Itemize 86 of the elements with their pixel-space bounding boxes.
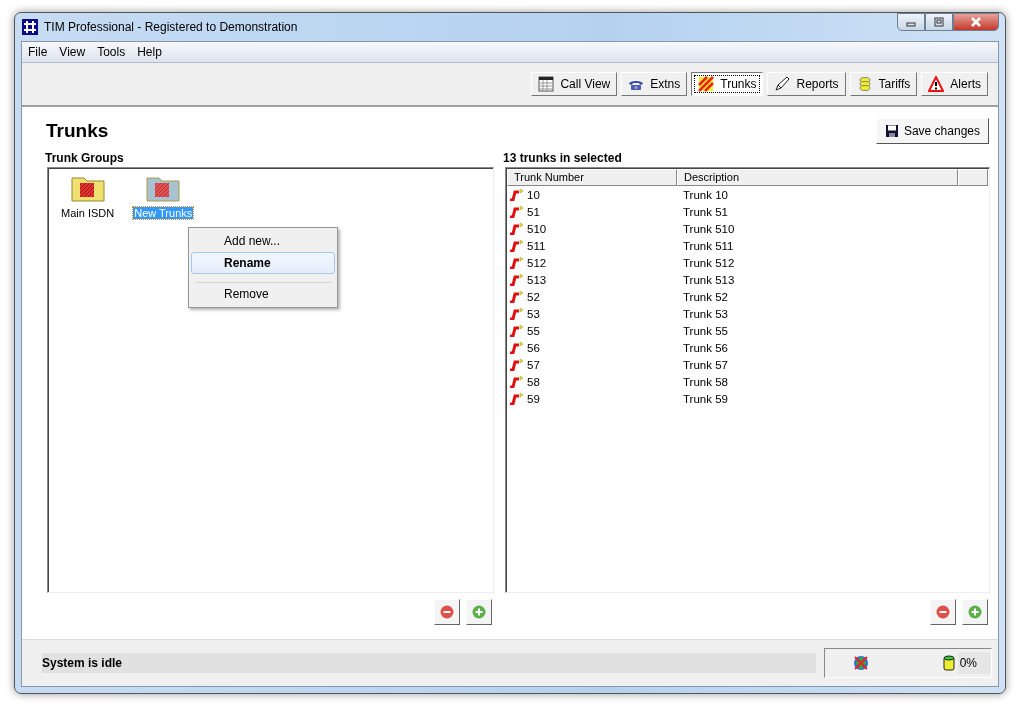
table-icon xyxy=(538,76,555,92)
table-cell-text: Trunk 511 xyxy=(682,239,735,252)
trunk-icon xyxy=(509,307,523,320)
grid-icon xyxy=(22,19,38,35)
pen-icon xyxy=(774,76,791,92)
section-heading: Trunk Groups xyxy=(45,151,125,167)
table-cell: 513 xyxy=(527,273,547,286)
toolbar-button[interactable]: Call View xyxy=(531,72,618,96)
window-title: TIM Professional - Registered to Demonstration xyxy=(44,20,299,34)
table-cell-text: Trunk 10 xyxy=(682,188,729,201)
table-cell-text: Trunk 56 xyxy=(682,341,729,354)
table-cell: 52 xyxy=(527,290,540,303)
section-heading: 13 trunks in selected xyxy=(503,151,623,167)
maximize-button[interactable] xyxy=(925,13,953,31)
remove-button[interactable] xyxy=(434,599,460,625)
trunk-icon xyxy=(509,222,523,235)
minus-icon xyxy=(936,605,950,619)
table-cell: 51 xyxy=(527,205,540,218)
trunk-icon xyxy=(509,239,523,252)
table-cell-text: Trunk 510 xyxy=(682,222,736,235)
trunk-icon xyxy=(509,324,523,337)
column-header[interactable]: Description xyxy=(677,169,958,186)
table-cell-text: Trunk 55 xyxy=(682,324,729,337)
trunk-icon xyxy=(509,375,523,388)
menu-item[interactable]: Rename xyxy=(191,252,335,274)
maximize-icon xyxy=(934,17,944,27)
table-cell: 10 xyxy=(527,188,540,201)
add-button[interactable] xyxy=(466,599,492,625)
menu-item[interactable]: Help xyxy=(131,45,168,59)
warning-icon xyxy=(928,76,945,92)
table-cell: 512 xyxy=(527,256,547,269)
table-cell: 510 xyxy=(527,222,547,235)
trunk-icon xyxy=(509,341,523,354)
trunk-icon xyxy=(509,256,523,269)
remove-button[interactable] xyxy=(930,599,956,625)
table-cell-text: Trunk 57 xyxy=(682,358,729,371)
table-cell: 53 xyxy=(527,307,540,320)
close-icon xyxy=(970,17,982,27)
add-button[interactable] xyxy=(962,599,988,625)
close-button[interactable] xyxy=(953,13,999,31)
plus-icon xyxy=(968,605,982,619)
table-cell: 57 xyxy=(527,358,540,371)
page-title: Trunks xyxy=(46,120,109,142)
toolbar-button[interactable]: Reports xyxy=(767,72,846,96)
table-cell-text: Trunk 51 xyxy=(682,205,729,218)
table-cell: 511 xyxy=(527,239,546,252)
status-message: System is idle xyxy=(42,653,816,673)
table-cell: 58 xyxy=(527,375,540,388)
table-cell-text: Trunk 513 xyxy=(682,273,736,286)
striped-icon xyxy=(698,76,715,92)
table-cell: 59 xyxy=(527,392,540,405)
toolbar-button[interactable]: Tariffs xyxy=(849,72,918,96)
column-header[interactable]: Trunk Number xyxy=(507,169,677,186)
table-cell: 55 xyxy=(527,324,540,337)
folder-label[interactable]: Main ISDN xyxy=(60,207,116,219)
folder-icon xyxy=(70,174,105,202)
column-header xyxy=(958,169,988,186)
plus-icon xyxy=(472,605,486,619)
table-cell-text: Trunk 52 xyxy=(682,290,729,303)
folder-icon xyxy=(146,174,181,202)
menu-item[interactable]: Remove xyxy=(191,283,335,305)
table-cell-text: Trunk 59 xyxy=(682,392,729,405)
toolbar-button[interactable]: Trunks xyxy=(691,72,764,96)
table-cell: 56 xyxy=(527,341,540,354)
usage-percentage: 0% xyxy=(957,652,991,674)
menu-item[interactable]: File xyxy=(22,45,54,59)
table-cell-text: Trunk 53 xyxy=(682,307,729,320)
minimize-button[interactable] xyxy=(897,13,925,31)
database-icon xyxy=(942,655,955,671)
trunk-icon xyxy=(509,188,523,201)
toolbar-button[interactable]: Extns xyxy=(621,72,688,96)
table-cell-text: Trunk 512 xyxy=(682,256,736,269)
menu-item[interactable]: Add new... xyxy=(191,230,335,252)
trunk-icon xyxy=(509,358,523,371)
trunk-icon xyxy=(509,273,523,286)
menu-item[interactable]: View xyxy=(53,45,92,59)
network-disconnected-icon xyxy=(853,655,869,671)
coins-icon xyxy=(856,76,873,92)
save-changes-button[interactable]: Save changes xyxy=(875,118,989,144)
table-cell-text: Trunk 58 xyxy=(682,375,729,388)
menu-item[interactable]: Tools xyxy=(91,45,132,59)
trunk-icon xyxy=(509,205,523,218)
toolbar-button[interactable]: Alerts xyxy=(921,72,988,96)
trunk-icon xyxy=(509,392,523,405)
trunk-icon xyxy=(509,290,523,303)
minus-icon xyxy=(440,605,454,619)
